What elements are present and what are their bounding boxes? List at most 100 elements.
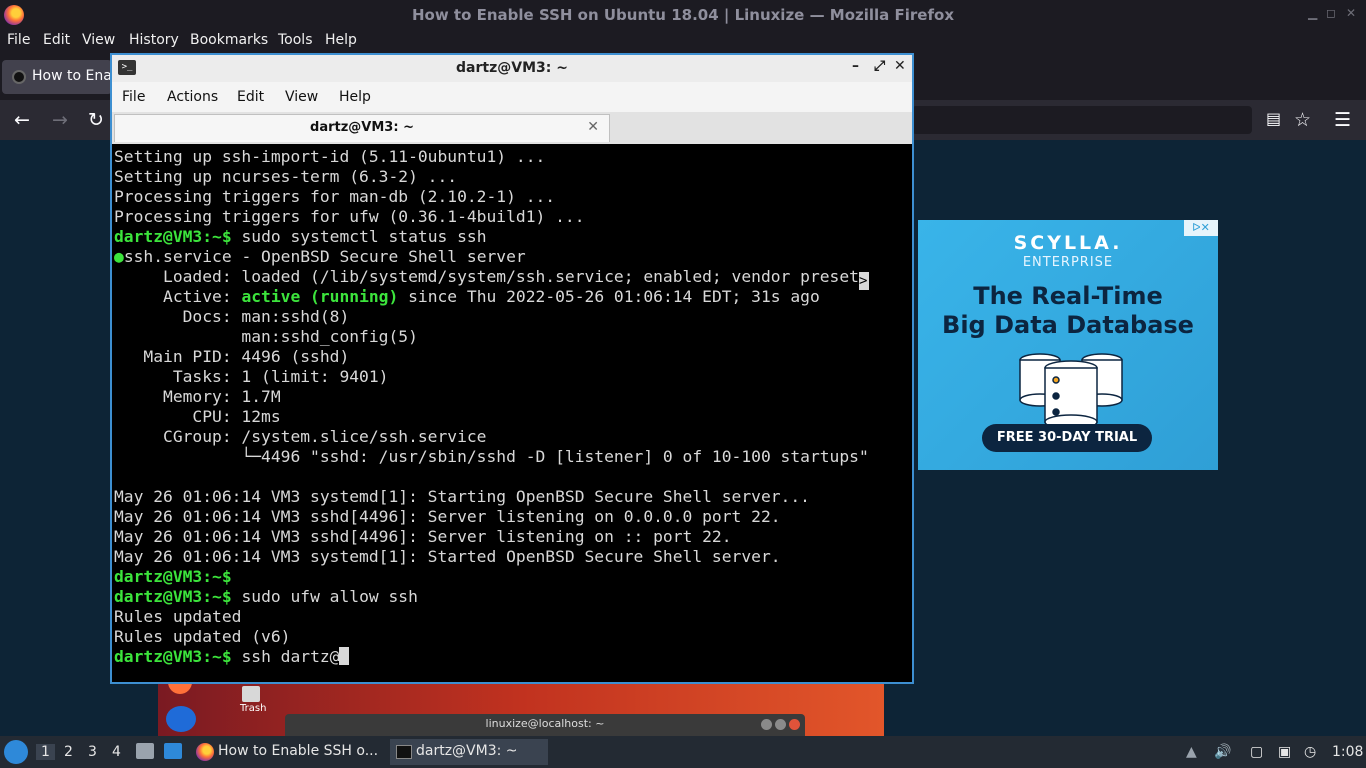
ad-headline: The Real-Time Big Data Database xyxy=(918,282,1218,340)
command-input[interactable]: ssh dartz@ xyxy=(232,647,339,666)
terminal-line: Setting up ssh-import-id (5.11-0ubuntu1)… xyxy=(114,147,546,166)
maximize-icon[interactable]: ◻ xyxy=(1326,6,1336,20)
taskbar-firefox-icon xyxy=(196,743,214,761)
workspace-2[interactable]: 2 xyxy=(64,744,73,760)
forward-icon[interactable]: → xyxy=(52,109,68,131)
terminal-line: dartz@VM3:~$ sudo ufw allow ssh xyxy=(114,587,418,607)
bookmark-star-icon[interactable]: ☆ xyxy=(1294,109,1311,131)
terminal-line: Setting up ncurses-term (6.3-2) ... xyxy=(114,167,458,186)
terminal-line: Memory: 1.7M xyxy=(114,387,281,406)
workspace-1[interactable]: 1 xyxy=(36,744,55,760)
taskbar-firefox-label: How to Enable SSH o... xyxy=(218,743,379,759)
terminal-tab-close-icon[interactable]: ✕ xyxy=(587,119,599,135)
firefox-tab[interactable]: How to Enal xyxy=(2,60,116,94)
taskbar-firefox-task[interactable]: How to Enable SSH o... xyxy=(192,739,384,765)
database-icon xyxy=(1019,353,1123,430)
workspace-3[interactable]: 3 xyxy=(88,744,97,760)
tray-updates-icon[interactable]: ▲ xyxy=(1186,744,1197,760)
menu-file[interactable]: File xyxy=(7,32,30,48)
command: sudo systemctl status ssh xyxy=(231,227,487,246)
taskbar-terminal-icon xyxy=(396,745,412,759)
terminal-line: dartz@VM3:~$ xyxy=(114,567,232,587)
tab-favicon-icon xyxy=(12,70,26,84)
ad-subtitle: ENTERPRISE xyxy=(1022,255,1114,270)
show-desktop-icon[interactable] xyxy=(164,743,182,759)
terminal-line: Active: active (running) since Thu 2022-… xyxy=(114,287,820,307)
menu-edit[interactable]: Edit xyxy=(43,32,70,48)
active-state: active (running) xyxy=(241,287,399,306)
prompt-path: :~$ xyxy=(202,227,232,246)
command: sudo ufw allow ssh xyxy=(231,587,418,606)
terminal-menu-file[interactable]: File xyxy=(122,89,145,105)
taskbar-terminal-label: dartz@VM3: ~ xyxy=(416,743,518,759)
desktop-thunderbird-icon[interactable] xyxy=(166,706,196,732)
reader-view-icon[interactable]: ▤ xyxy=(1266,109,1281,128)
ad-headline-line2: Big Data Database xyxy=(942,311,1194,339)
terminal-close-icon[interactable]: ✕ xyxy=(894,58,906,74)
terminal-line: May 26 01:06:14 VM3 systemd[1]: Started … xyxy=(114,547,781,566)
bg-maximize-icon[interactable] xyxy=(775,719,786,730)
background-window-titlebar[interactable]: linuxize@localhost: ~ xyxy=(285,714,805,736)
reload-icon[interactable]: ↻ xyxy=(88,109,104,131)
bg-close-icon[interactable] xyxy=(789,719,800,730)
network-icon[interactable]: ▣ xyxy=(1278,744,1291,760)
terminal-line: CGroup: /system.slice/ssh.service xyxy=(114,427,487,446)
free-trial-button[interactable]: FREE 30-DAY TRIAL xyxy=(982,424,1152,452)
file-manager-icon[interactable] xyxy=(136,743,154,759)
terminal-line: dartz@VM3:~$ ssh dartz@ xyxy=(114,647,350,667)
terminal-line: dartz@VM3:~$ sudo systemctl status ssh xyxy=(114,227,487,247)
ad-brand: SCYLLA. xyxy=(1013,232,1123,254)
terminal-line: Rules updated (v6) xyxy=(114,627,291,646)
bg-minimize-icon[interactable] xyxy=(761,719,772,730)
terminal-menu-view[interactable]: View xyxy=(285,89,318,105)
back-icon[interactable]: ← xyxy=(14,109,30,131)
terminal-line: CPU: 12ms xyxy=(114,407,281,426)
terminal-title: dartz@VM3: ~ xyxy=(456,60,568,76)
volume-icon[interactable]: 🔊 xyxy=(1214,744,1231,760)
prompt-path: :~$ xyxy=(202,647,232,666)
trash-label: Trash xyxy=(240,703,267,714)
prompt-path: :~$ xyxy=(202,587,232,606)
notification-icon[interactable]: ◷ xyxy=(1304,744,1316,760)
text-cursor xyxy=(339,647,350,665)
workspace-4[interactable]: 4 xyxy=(112,744,121,760)
firefox-menubar: File Edit View History Bookmarks Tools H… xyxy=(0,30,1366,52)
background-window-title: linuxize@localhost: ~ xyxy=(485,717,605,730)
prompt-path: :~$ xyxy=(202,567,232,586)
active-label: Active: xyxy=(114,287,242,306)
active-since: since Thu 2022-05-26 01:06:14 EDT; 31s a… xyxy=(398,287,820,306)
terminal-output[interactable]: Setting up ssh-import-id (5.11-0ubuntu1)… xyxy=(114,147,910,680)
loaded-line: Loaded: loaded (/lib/systemd/system/ssh.… xyxy=(114,267,859,286)
terminal-line: May 26 01:06:14 VM3 systemd[1]: Starting… xyxy=(114,487,810,506)
clipboard-icon[interactable]: ▢ xyxy=(1250,744,1263,760)
menu-view[interactable]: View xyxy=(82,32,115,48)
minimize-icon[interactable]: ▁ xyxy=(1308,6,1317,20)
start-menu-icon[interactable] xyxy=(4,740,28,764)
terminal-line: Rules updated xyxy=(114,607,242,626)
menu-tools[interactable]: Tools xyxy=(278,32,313,48)
terminal-menu-actions[interactable]: Actions xyxy=(167,89,218,105)
advertisement[interactable]: ᐅ✕ SCYLLA. ENTERPRISE The Real-Time Big … xyxy=(918,220,1218,470)
terminal-maximize-icon[interactable]: ⤢ xyxy=(874,58,885,74)
terminal-window[interactable]: >_ dartz@VM3: ~ – ⤢ ✕ File Actions Edit … xyxy=(110,53,914,684)
firefox-titlebar: How to Enable SSH on Ubuntu 18.04 | Linu… xyxy=(0,0,1366,30)
service-status-dot-icon: ● xyxy=(114,247,124,266)
hamburger-menu-icon[interactable]: ☰ xyxy=(1334,109,1351,131)
terminal-line: Main PID: 4496 (sshd) xyxy=(114,347,350,366)
menu-bookmarks[interactable]: Bookmarks xyxy=(190,32,268,48)
terminal-tab[interactable]: dartz@VM3: ~ ✕ xyxy=(114,114,610,142)
terminal-menu-help[interactable]: Help xyxy=(339,89,371,105)
terminal-menu-edit[interactable]: Edit xyxy=(237,89,264,105)
menu-history[interactable]: History xyxy=(129,32,179,48)
clock[interactable]: 1:08 xyxy=(1332,744,1363,760)
terminal-line: Docs: man:sshd(8) xyxy=(114,307,350,326)
terminal-minimize-icon[interactable]: – xyxy=(852,58,859,74)
close-icon[interactable]: ✕ xyxy=(1346,6,1356,20)
ad-headline-line1: The Real-Time xyxy=(973,282,1163,310)
terminal-line: Processing triggers for man-db (2.10.2-1… xyxy=(114,187,556,206)
url-bar[interactable] xyxy=(912,106,1252,134)
trash-icon[interactable] xyxy=(242,686,260,702)
menu-help[interactable]: Help xyxy=(325,32,357,48)
taskbar-terminal-task[interactable]: dartz@VM3: ~ xyxy=(390,739,548,765)
terminal-line: Tasks: 1 (limit: 9401) xyxy=(114,367,389,386)
